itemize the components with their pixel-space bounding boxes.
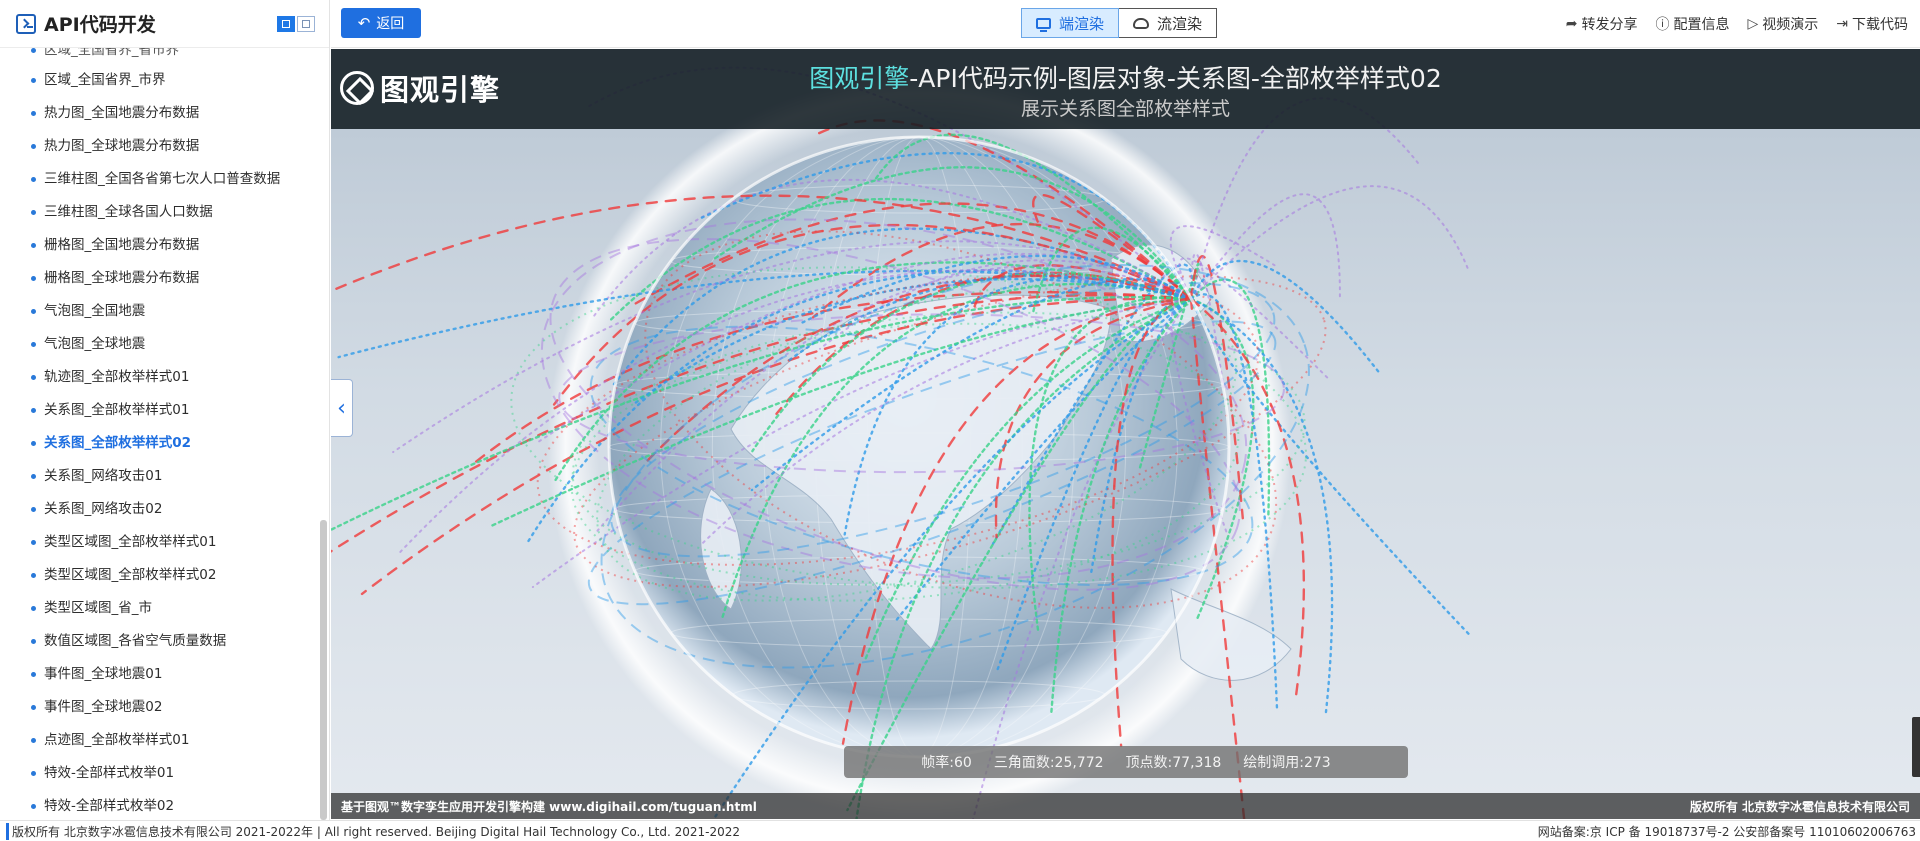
back-button-label: 返回 [376,16,405,32]
sidebar-item[interactable]: 事件图_全球地震02 [0,691,320,724]
config-info-label: 配置信息 [1673,17,1730,33]
viewport-footer: 基于图观™数字孪生应用开发引擎构建 www.digihail.com/tugua… [331,793,1920,819]
sidebar-title: API代码开发 [44,14,156,36]
scene-title: 图观引擎-API代码示例-图层对象-关系图-全部枚举样式02 [331,59,1920,95]
sidebar-item[interactable]: 点迹图_全部枚举样式01 [0,724,320,757]
sidebar-item[interactable]: 热力图_全球地震分布数据 [0,130,320,163]
page-footer: 版权所有 北京数字冰雹信息技术有限公司 2021-2022年 | All rig… [0,820,1920,841]
chevron-left-icon: ‹ [337,395,346,421]
download-icon: ⇥ [1836,16,1848,32]
sidebar-item[interactable]: 栅格图_全国地震分布数据 [0,229,320,262]
stream-render-button[interactable]: 流渲染 [1119,8,1218,38]
share-button[interactable]: ➦ 转发分享 [1566,14,1638,34]
sidebar-item[interactable]: 气泡图_全球地震 [0,328,320,361]
cloud-download-icon [1133,17,1150,29]
sidebar-item[interactable]: 气泡图_全国地震 [0,295,320,328]
play-icon: ▷ [1747,16,1759,32]
stat-triangles-value: 25,772 [1054,755,1104,771]
info-icon: ⓘ [1655,17,1670,33]
sidebar-item[interactable]: 事件图_全球地震01 [0,658,320,691]
sidebar-item[interactable]: 数值区域图_各省空气质量数据 [0,625,320,658]
engine-credit: 基于图观™数字孪生应用开发引擎构建 www.digihail.com/tugua… [341,799,757,814]
sidebar-item[interactable]: 热力图_全国地震分布数据 [0,97,320,130]
sidebar-item[interactable]: 三维柱图_全国各省第七次人口普查数据 [0,163,320,196]
client-render-label: 端渲染 [1059,14,1105,33]
stat-triangles-label: 三角面数: [993,755,1055,771]
sidebar-item[interactable]: 类型区域图_全部枚举样式01 [0,526,320,559]
sidebar-scrollbar[interactable] [320,520,327,820]
stat-fps-value: 60 [954,755,972,771]
download-code-button[interactable]: ⇥ 下载代码 [1836,14,1908,34]
sidebar-item[interactable]: 特效-全部样式枚举01 [0,757,320,790]
stat-vertices: 顶点数:77,318 [1126,752,1222,772]
share-icon: ➦ [1565,16,1578,32]
sidebar-item[interactable]: 关系图_网络攻击02 [0,493,320,526]
video-demo-button[interactable]: ▷ 视频演示 [1747,14,1818,34]
stat-drawcalls: 绘制调用:273 [1243,752,1330,772]
render-stats: 帧率:60 三角面数:25,772 顶点数:77,318 绘制调用:273 [844,746,1408,778]
top-actions: ➦ 转发分享 ⓘ 配置信息 ▷ 视频演示 ⇥ 下载代码 [1566,0,1908,48]
code-terminal-icon [16,13,36,34]
footer-copyright: 版权所有 北京数字冰雹信息技术有限公司 2021-2022年 | All rig… [6,822,740,840]
sidebar-list: 区域_全国省界_省市界 区域_全国省界_市界 热力图_全国地震分布数据 热力图_全球… [0,48,320,820]
download-code-label: 下载代码 [1852,17,1908,33]
sidebar-item-partial[interactable]: 区域_全国省界_省市界 [0,48,320,64]
sidebar-item[interactable]: 关系图_全部枚举样式02 [0,427,320,460]
sidebar-item[interactable]: 三维柱图_全球各国人口数据 [0,196,320,229]
stream-render-label: 流渲染 [1157,14,1203,33]
config-info-button[interactable]: ⓘ 配置信息 [1655,14,1729,34]
footer-icp: 网站备案:京 ICP 备 19018737号-2 公安部备案号 11010602… [1537,824,1916,839]
stat-fps: 帧率:60 [921,752,972,772]
top-bar: ↶ 返回 端渲染 流渲染 ➦ 转发分享 ⓘ 配置信息 ▷ 视频演示 ⇥ 下载代码 [331,0,1920,48]
sidebar-item[interactable]: 轨迹图_全部枚举样式01 [0,361,320,394]
stat-drawcalls-label: 绘制调用: [1243,755,1304,771]
sidebar-item[interactable]: 区域_全国省界_市界 [0,64,320,97]
monitor-icon [1036,17,1051,32]
sidebar-item[interactable]: 特效-全部样式枚举02 [0,790,320,820]
scene-banner: 图观引擎 图观引擎-API代码示例-图层对象-关系图-全部枚举样式02 展示关系… [331,49,1920,129]
viewport-copyright: 版权所有 北京数字冰雹信息技术有限公司 [1689,799,1910,814]
scene-subtitle: 展示关系图全部枚举样式 [1020,98,1230,120]
sidebar-header: API代码开发 [0,0,329,48]
sidebar-item[interactable]: 类型区域图_省_市 [0,592,320,625]
3d-viewport[interactable]: 图观引擎 图观引擎-API代码示例-图层对象-关系图-全部枚举样式02 展示关系… [331,49,1920,819]
stat-fps-label: 帧率: [921,755,954,771]
view-toggle [277,15,315,32]
video-demo-label: 视频演示 [1762,17,1819,33]
level-meter [1912,717,1920,777]
back-button[interactable]: ↶ 返回 [341,8,421,38]
sidebar-item[interactable]: 类型区域图_全部枚举样式02 [0,559,320,592]
list-view-icon[interactable] [277,15,295,32]
share-label: 转发分享 [1581,17,1638,33]
sidebar-item[interactable]: 关系图_全部枚举样式01 [0,394,320,427]
scene-title-highlight: 图观引擎 [809,64,910,93]
back-arrow-icon: ↶ [357,14,371,32]
stat-triangles: 三角面数:25,772 [994,752,1104,772]
collapse-sidebar-button[interactable]: ‹ [331,379,353,437]
render-mode-toggle: 端渲染 流渲染 [1021,8,1218,38]
stat-vertices-value: 77,318 [1172,755,1222,771]
image-view-icon[interactable] [297,15,315,32]
scene-title-rest: -API代码示例-图层对象-关系图-全部枚举样式02 [909,64,1442,93]
client-render-button[interactable]: 端渲染 [1021,8,1120,38]
sidebar-item[interactable]: 关系图_网络攻击01 [0,460,320,493]
stat-drawcalls-value: 273 [1303,755,1331,771]
sidebar-item[interactable]: 栅格图_全球地震分布数据 [0,262,320,295]
stat-vertices-label: 顶点数: [1125,755,1173,771]
globe-relationship-scene[interactable] [331,49,1920,819]
sidebar: API代码开发 区域_全国省界_省市界 区域_全国省界_市界 热力图_全国地震分布… [0,0,330,820]
